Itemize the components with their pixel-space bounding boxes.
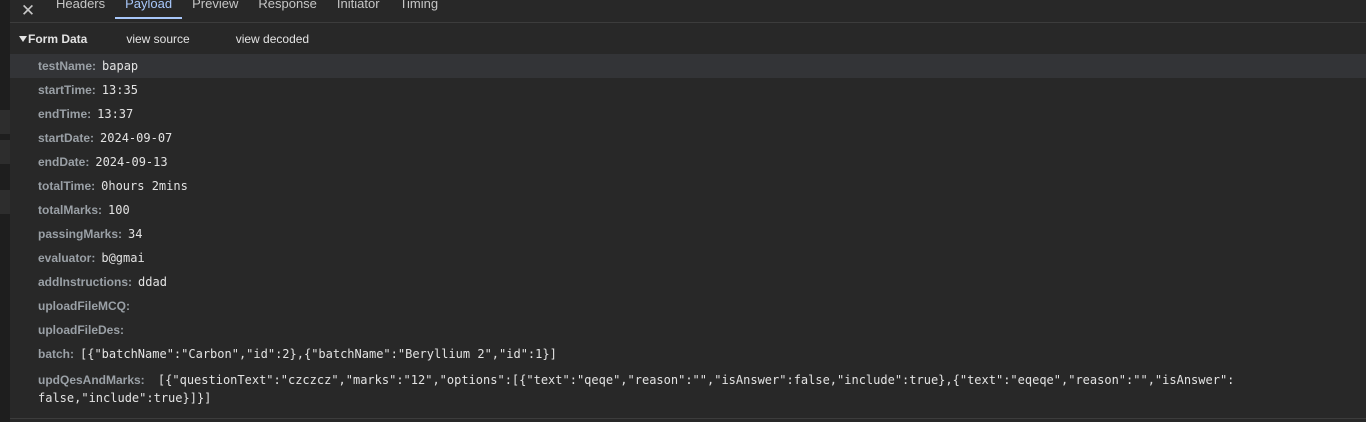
field-key: startTime: xyxy=(38,83,96,97)
field-key: endDate: xyxy=(38,155,90,169)
panel-bottom-border xyxy=(10,418,1366,419)
field-value: ddad xyxy=(138,275,167,289)
form-field-row[interactable]: totalTime: 0hours 2mins xyxy=(10,174,1366,198)
gutter-stripe xyxy=(0,140,10,164)
field-value: [{"batchName":"Carbon","id":2},{"batchNa… xyxy=(80,347,557,361)
gutter-stripe xyxy=(0,110,10,134)
form-field-row[interactable]: evaluator: b@gmai xyxy=(10,246,1366,270)
tab-preview[interactable]: Preview xyxy=(182,0,248,19)
form-field-row[interactable]: startDate: 2024-09-07 xyxy=(10,126,1366,150)
field-key: updQesAndMarks: xyxy=(38,373,145,387)
form-data-header: Form Data view source view decoded xyxy=(10,28,1366,50)
field-key: totalMarks: xyxy=(38,203,103,217)
form-field-row[interactable]: batch: [{"batchName":"Carbon","id":2},{"… xyxy=(10,342,1366,366)
left-gutter xyxy=(0,0,10,422)
field-key: addInstructions: xyxy=(38,275,133,289)
tab-headers[interactable]: Headers xyxy=(46,0,115,19)
field-value: 34 xyxy=(128,227,143,241)
form-field-row[interactable]: passingMarks: 34 xyxy=(10,222,1366,246)
view-source-link[interactable]: view source xyxy=(126,32,189,46)
field-value: 100 xyxy=(108,203,130,217)
form-data-toggle[interactable]: Form Data xyxy=(19,32,87,46)
form-data-title: Form Data xyxy=(28,32,88,46)
field-value: 2024-09-13 xyxy=(95,155,168,169)
field-key: uploadFileMCQ: xyxy=(38,299,130,313)
field-value: 2024-09-07 xyxy=(100,131,173,145)
tab-timing[interactable]: Timing xyxy=(390,0,449,19)
field-value: [{"questionText":"czczcz","marks":"12","… xyxy=(38,373,1235,405)
form-field-row[interactable]: uploadFileMCQ: xyxy=(10,294,1366,318)
form-field-row[interactable]: totalMarks: 100 xyxy=(10,198,1366,222)
field-key: passingMarks: xyxy=(38,227,123,241)
tab-payload[interactable]: Payload xyxy=(115,0,183,19)
gutter-stripe xyxy=(0,190,10,214)
field-value-wrapped: updQesAndMarks: [{"questionText":"czczcz… xyxy=(38,371,1238,407)
field-value: 13:35 xyxy=(101,83,138,97)
form-field-row[interactable]: addInstructions: ddad xyxy=(10,270,1366,294)
field-key: totalTime: xyxy=(38,179,96,193)
tab-initiator[interactable]: Initiator xyxy=(327,0,390,19)
form-field-row[interactable]: endDate: 2024-09-13 xyxy=(10,150,1366,174)
field-value: 13:37 xyxy=(97,107,134,121)
view-decoded-link[interactable]: view decoded xyxy=(236,32,309,46)
network-detail-panel: ✕ Headers Payload Preview Response Initi… xyxy=(10,0,1366,422)
close-icon[interactable]: ✕ xyxy=(10,0,46,22)
field-key: batch: xyxy=(38,347,74,361)
field-key: evaluator: xyxy=(38,251,96,265)
triangle-down-icon xyxy=(19,36,27,42)
form-field-row[interactable]: updQesAndMarks: [{"questionText":"czczcz… xyxy=(10,366,1366,407)
detail-tab-bar: ✕ Headers Payload Preview Response Initi… xyxy=(10,0,1366,23)
form-data-list: testName: bapap startTime: 13:35 endTime… xyxy=(10,54,1366,407)
form-field-row[interactable]: uploadFileDes: xyxy=(10,318,1366,342)
form-field-row[interactable]: endTime: 13:37 xyxy=(10,102,1366,126)
field-key: endTime: xyxy=(38,107,92,121)
field-value: 0hours 2mins xyxy=(101,179,188,193)
field-key: uploadFileDes: xyxy=(38,323,125,337)
form-field-row[interactable]: testName: bapap xyxy=(10,54,1366,78)
field-value: bapap xyxy=(102,59,139,73)
field-key: startDate: xyxy=(38,131,95,145)
field-key: testName: xyxy=(38,59,97,73)
field-value: b@gmai xyxy=(101,251,145,265)
tab-response[interactable]: Response xyxy=(248,0,327,19)
form-field-row[interactable]: startTime: 13:35 xyxy=(10,78,1366,102)
